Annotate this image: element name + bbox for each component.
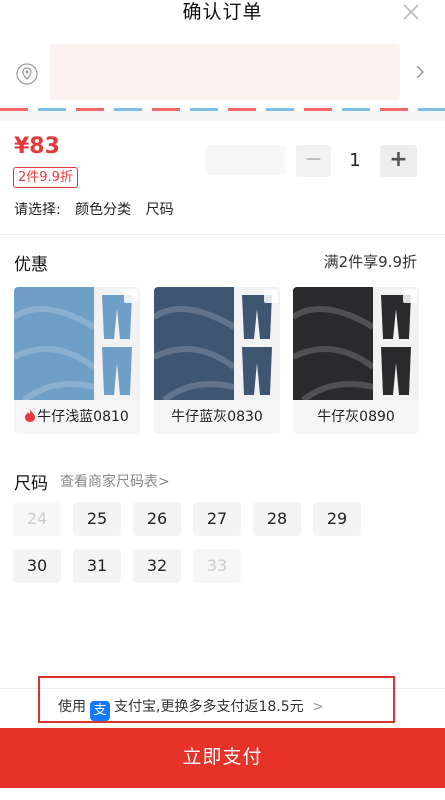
fire-icon bbox=[25, 409, 36, 422]
payment-method-label: 支付宝,更换多多支付返18.5元 bbox=[114, 699, 304, 715]
product-thumbnail bbox=[293, 287, 419, 400]
promo-rule: 满2件享9.9折 bbox=[323, 253, 417, 271]
sku-name: 牛仔浅蓝0810 bbox=[37, 409, 129, 425]
quantity-value[interactable]: 1 bbox=[335, 145, 375, 177]
promo-label: 优惠 bbox=[14, 255, 48, 275]
size-option[interactable]: 32 bbox=[133, 549, 181, 583]
selection-option-size: 尺码 bbox=[145, 202, 174, 218]
quantity-increase-button[interactable]: + bbox=[380, 145, 417, 177]
payment-prefix: 使用 bbox=[58, 699, 86, 715]
chevron-right-icon bbox=[416, 65, 425, 79]
bottom-bar bbox=[0, 788, 445, 800]
size-chart-link[interactable]: 查看商家尺码表> bbox=[60, 471, 170, 491]
header: 确认订单 bbox=[0, 0, 445, 30]
size-option[interactable]: 26 bbox=[133, 502, 181, 536]
chevron-right-icon: > bbox=[312, 699, 324, 715]
payment-method-selector[interactable]: 使用支支付宝,更换多多支付返18.5元 > bbox=[58, 696, 324, 721]
size-title: 尺码 bbox=[14, 474, 48, 494]
quantity-decrease-button[interactable]: − bbox=[296, 145, 331, 177]
expand-icon[interactable] bbox=[403, 289, 417, 303]
chevron-right-icon: > bbox=[158, 474, 170, 490]
section-gap bbox=[0, 111, 445, 121]
close-icon[interactable] bbox=[401, 2, 421, 22]
product-thumbnail bbox=[154, 287, 280, 400]
sku-card[interactable]: 牛仔灰0890 bbox=[293, 287, 419, 434]
size-option[interactable]: 30 bbox=[13, 549, 61, 583]
sku-label: 牛仔浅蓝0810 bbox=[14, 406, 140, 426]
sku-label: 牛仔灰0890 bbox=[293, 406, 419, 426]
selection-option-color: 颜色分类 bbox=[75, 202, 132, 218]
size-option[interactable]: 25 bbox=[73, 502, 121, 536]
blurred-area bbox=[205, 145, 285, 175]
sku-card[interactable]: 牛仔浅蓝0810 bbox=[14, 287, 140, 434]
size-chart-label: 查看商家尺码表 bbox=[60, 474, 158, 490]
expand-icon[interactable] bbox=[124, 289, 138, 303]
alipay-icon: 支 bbox=[90, 701, 110, 721]
page-title: 确认订单 bbox=[182, 1, 263, 23]
expand-icon[interactable] bbox=[264, 289, 278, 303]
size-option[interactable]: 31 bbox=[73, 549, 121, 583]
selection-label: 请选择: bbox=[14, 202, 61, 218]
address-content bbox=[50, 44, 400, 100]
location-pin-icon bbox=[16, 63, 38, 85]
product-thumbnail bbox=[14, 287, 140, 400]
size-option: 24 bbox=[13, 502, 61, 536]
divider bbox=[0, 234, 445, 235]
price: ¥83 bbox=[14, 134, 60, 159]
sku-name: 牛仔灰0890 bbox=[317, 409, 395, 425]
sku-name: 牛仔蓝灰0830 bbox=[171, 409, 263, 425]
size-option[interactable]: 28 bbox=[253, 502, 301, 536]
address-selector[interactable] bbox=[0, 38, 445, 108]
size-option[interactable]: 29 bbox=[313, 502, 361, 536]
size-option[interactable]: 27 bbox=[193, 502, 241, 536]
selection-prompt[interactable]: 请选择: 颜色分类 尺码 bbox=[14, 199, 184, 219]
discount-badge: 2件9.9折 bbox=[13, 167, 78, 188]
sku-card[interactable]: 牛仔蓝灰0830 bbox=[154, 287, 280, 434]
size-option: 33 bbox=[193, 549, 241, 583]
sku-label: 牛仔蓝灰0830 bbox=[154, 406, 280, 426]
pay-now-button[interactable]: 立即支付 bbox=[0, 728, 445, 788]
